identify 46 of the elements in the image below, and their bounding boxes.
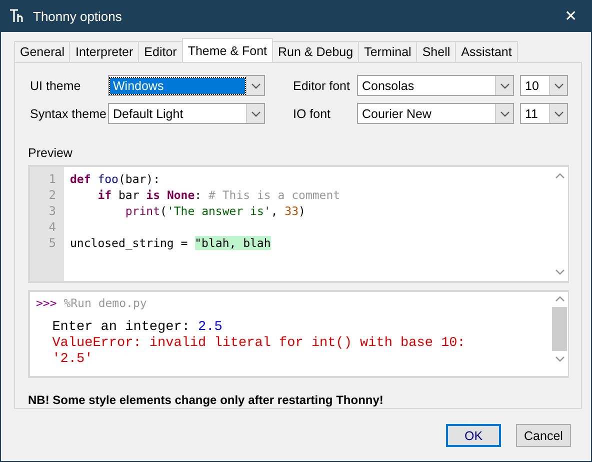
line-number: 4 — [48, 219, 57, 235]
tab[interactable]: Theme & Font — [182, 38, 274, 62]
tab[interactable]: Interpreter — [69, 41, 140, 62]
line-number: 1 — [48, 171, 57, 187]
size-dropdown[interactable]: 11 — [520, 103, 568, 124]
code-line: if bar is None: # This is a comment — [96, 187, 342, 203]
chevron-down-icon — [250, 110, 260, 116]
tab[interactable]: Assistant — [455, 41, 518, 62]
code-line: def foo(bar): — [70, 171, 162, 187]
scroll-up-icon[interactable] — [554, 173, 564, 179]
line-number: 2 — [48, 187, 57, 203]
tab[interactable]: Run & Debug — [272, 41, 360, 62]
chevron-down-icon — [500, 110, 510, 116]
dropdown[interactable]: Consolas — [357, 75, 514, 96]
dialog-button[interactable]: Cancel — [516, 424, 571, 447]
size-dropdown[interactable]: 10 — [520, 75, 568, 96]
shell-line: '2.5' — [51, 352, 94, 368]
scrollbar-thumb[interactable] — [552, 307, 567, 351]
code-line: unclosed_string = "blah, blah — [70, 235, 272, 251]
app-icon — [9, 8, 25, 24]
tab[interactable]: General — [14, 41, 70, 62]
scroll-up-icon[interactable] — [554, 296, 564, 302]
scroll-down-icon[interactable] — [554, 356, 564, 362]
line-number: 3 — [48, 203, 57, 219]
shell-line: Enter an integer: 2.5 — [51, 320, 224, 336]
dialog-button[interactable]: OK — [446, 424, 501, 447]
scroll-down-icon[interactable] — [554, 269, 564, 275]
dropdown[interactable]: Courier New — [357, 103, 514, 124]
dropdown[interactable]: Windows — [108, 75, 265, 96]
shell-line: ValueError: invalid literal for int() with base 10: — [51, 336, 466, 352]
setting-label: Syntax theme — [30, 106, 108, 120]
window-title: Thonny options — [33, 8, 123, 24]
restart-note: NB! Some style elements change only after restarting Thonny! — [28, 393, 384, 407]
setting-label: UI theme — [30, 78, 82, 92]
setting-label: Editor font — [293, 78, 351, 92]
line-number: 5 — [48, 235, 57, 251]
chevron-down-icon — [554, 110, 564, 116]
chevron-down-icon — [500, 82, 510, 88]
close-button[interactable]: ✕ — [551, 7, 591, 25]
code-line: print('The answer is', 33) — [124, 203, 306, 219]
preview-label: Preview — [28, 146, 74, 160]
setting-label: IO font — [293, 106, 332, 120]
dropdown[interactable]: Default Light — [108, 103, 265, 124]
chevron-down-icon — [250, 82, 260, 88]
shell-line: >>> %Run demo.py — [36, 295, 148, 311]
chevron-down-icon — [554, 82, 564, 88]
